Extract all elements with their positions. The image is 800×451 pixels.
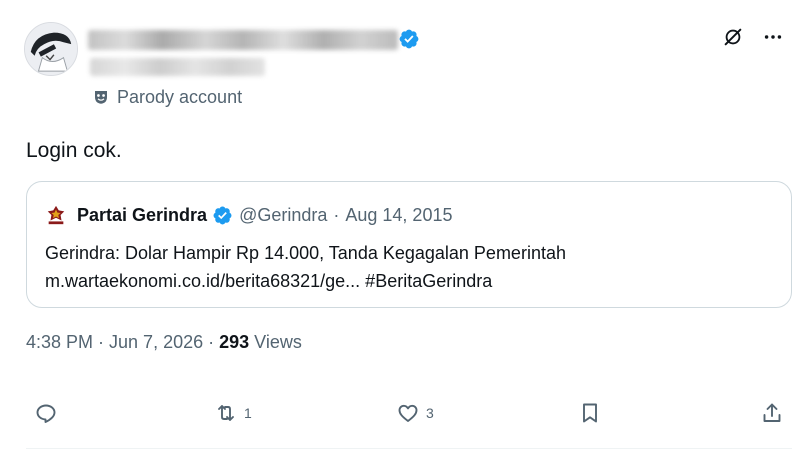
bookmark-button[interactable] (578, 395, 602, 431)
author-name-redacted[interactable] (88, 30, 398, 50)
heart-icon (398, 404, 418, 422)
quoted-author-handle[interactable]: @Gerindra (239, 205, 327, 226)
top-actions (722, 26, 784, 48)
avatar-image (25, 23, 77, 75)
tweet-actions-bar: 1 3 (0, 395, 800, 431)
quoted-text-line-1: Gerindra: Dolar Hampir Rp 14.000, Tanda … (45, 243, 566, 263)
reply-button[interactable] (34, 395, 64, 431)
views-count: 293 (219, 332, 250, 352)
more-icon[interactable] (762, 26, 784, 48)
verified-badge-icon (399, 29, 419, 49)
views-label: Views (249, 332, 302, 352)
bookmark-icon (583, 403, 597, 423)
repost-button[interactable]: 1 (214, 395, 252, 431)
quoted-tweet-header: Partai Gerindra @Gerindra · Aug 14, 2015 (45, 204, 452, 226)
share-icon (763, 403, 781, 422)
quoted-date[interactable]: Aug 14, 2015 (345, 205, 452, 226)
divider (26, 448, 792, 449)
parody-label: Parody account (92, 86, 242, 108)
avatar[interactable] (24, 22, 78, 76)
mask-icon (95, 91, 107, 104)
parody-label-text: Parody account (117, 86, 243, 107)
tweet-meta: 4:38 PM · Jun 7, 2026 · 293 Views (26, 332, 302, 353)
share-button[interactable] (760, 395, 784, 431)
tweet-text: Login cok. (26, 139, 122, 162)
grok-icon[interactable] (722, 26, 744, 48)
reply-icon (36, 404, 56, 423)
gerindra-logo-icon (45, 204, 67, 226)
quoted-author-name[interactable]: Partai Gerindra (77, 205, 207, 226)
quoted-separator: · (333, 204, 340, 225)
author-handle-redacted[interactable] (90, 58, 265, 76)
quoted-verified-badge-icon (213, 206, 232, 224)
quoted-text-line-2: m.wartaekonomi.co.id/berita68321/ge... #… (45, 271, 493, 291)
quoted-tweet[interactable]: Partai Gerindra @Gerindra · Aug 14, 2015… (26, 181, 792, 308)
repost-count: 1 (244, 405, 252, 421)
like-button[interactable]: 3 (396, 395, 434, 431)
repost-icon (218, 405, 234, 421)
like-count: 3 (426, 405, 434, 421)
tweet-timestamp[interactable]: 4:38 PM · Jun 7, 2026 · (26, 332, 219, 352)
quoted-tweet-body: Gerindra: Dolar Hampir Rp 14.000, Tanda … (45, 239, 566, 295)
